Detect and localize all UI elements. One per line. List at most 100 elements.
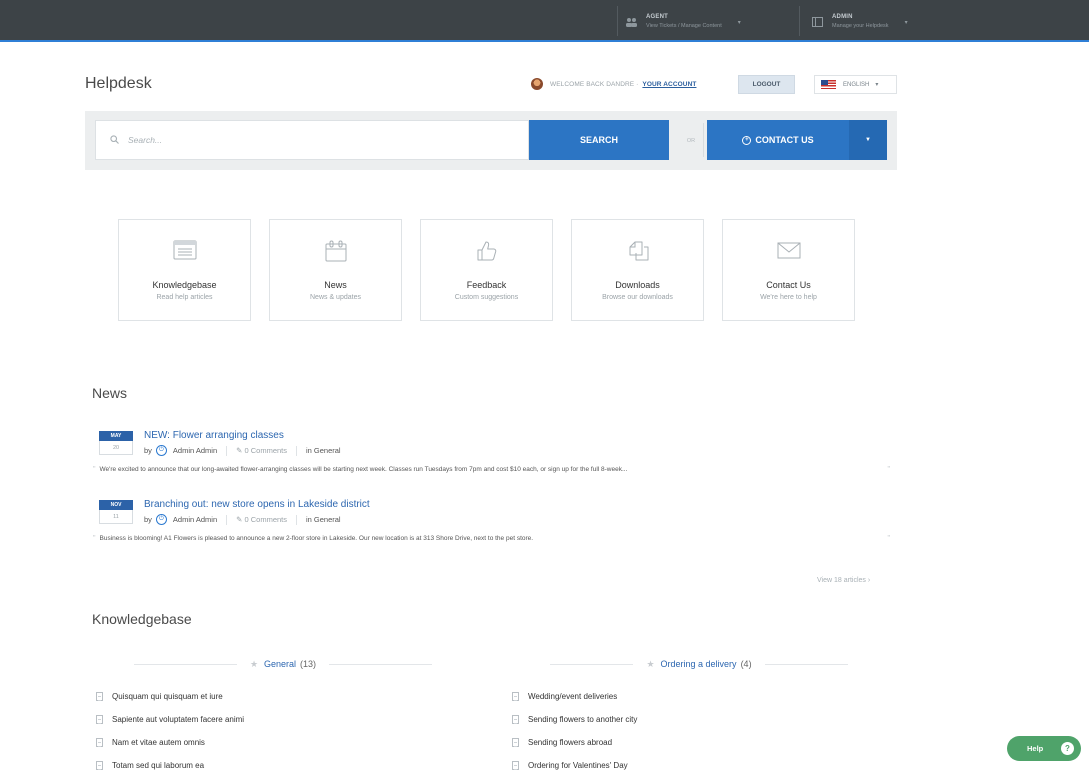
kb-article-title: Ordering for Valentines' Day [528,761,628,770]
kb-article[interactable]: Sending flowers to another city [512,708,637,731]
kb-article-title: Nam et vitae autem omnis [112,738,205,747]
knowledgebase-section-title: Knowledgebase [92,611,192,627]
tile-feedback[interactable]: Feedback Custom suggestions [420,219,553,321]
tile-name: Feedback [466,280,507,290]
contact-us-label: CONTACT US [755,135,814,145]
avatar[interactable] [531,78,543,90]
chevron-down-icon: ▾ [737,19,741,26]
author-link[interactable]: Admin Admin [173,446,217,455]
brand-title[interactable]: Helpdesk [85,75,152,93]
news-title-link[interactable]: Branching out: new store opens in Lakesi… [144,499,370,510]
date-day: 20 [99,441,133,455]
divider [226,445,228,456]
agent-title: AGENT [646,14,668,20]
contact-us-button[interactable]: + CONTACT US [707,120,849,160]
users-icon [624,16,638,28]
agent-menu[interactable]: AGENT View Tickets / Manage Content ▾ [624,10,741,34]
news-title-link[interactable]: NEW: Flower arranging classes [144,430,284,441]
plus-circle-icon: + [742,135,752,145]
star-icon: ★ [646,658,655,669]
kb-article[interactable]: Wedding/event deliveries [512,685,637,708]
kb-category-count: (4) [740,659,752,669]
search-icon [110,134,119,146]
date-month: MAY [99,431,133,441]
tile-subtitle: Read help articles [156,294,213,301]
or-separator: OR [675,111,707,170]
tile-contact-us[interactable]: Contact Us We're here to help [722,219,855,321]
comments-link[interactable]: 0 Comments [244,515,287,524]
kb-category-general: ★ General (13) Quisquam qui quisquam et … [96,657,432,770]
category-link[interactable]: in General [306,446,341,455]
by-label: by [144,515,152,524]
tile-downloads[interactable]: Downloads Browse our downloads [571,219,704,321]
chevron-down-icon: ▾ [875,82,879,88]
kb-article-title: Totam sed qui laborum ea [112,761,205,770]
agent-subtitle: View Tickets / Manage Content [646,23,722,29]
kb-category-ordering-a-delivery: ★ Ordering a delivery (4) Wedding/event … [512,657,848,770]
date-badge: MAY 20 [99,431,133,456]
welcome-text: WELCOME BACK DANDRE · [550,80,639,88]
kb-article-title: Sapiente aut voluptatem facere animi [112,715,245,724]
admin-subtitle: Manage your Helpdesk [832,23,889,29]
divider [226,514,228,525]
search-panel: Search... SEARCH OR + CONTACT US ▼ [85,111,897,170]
question-icon: ? [1061,742,1074,755]
kb-icon [119,240,250,262]
kb-category-link[interactable]: Ordering a delivery [661,659,737,669]
date-badge: NOV 11 [99,500,133,525]
kb-article-list: Quisquam qui quisquam et iure Sapiente a… [96,685,244,774]
chevron-down-icon: ▾ [904,19,908,26]
comments-link[interactable]: 0 Comments [244,446,287,455]
kb-article[interactable]: Sapiente aut voluptatem facere animi [96,708,244,731]
kb-article[interactable]: Sending flowers abroad [512,731,637,754]
thumbs-up-icon [421,240,552,262]
window-icon [810,16,824,28]
kb-article[interactable]: Nam et vitae autem omnis [96,731,244,754]
envelope-icon [723,240,854,262]
document-icon [512,761,519,770]
document-icon [96,692,103,701]
author-link[interactable]: Admin Admin [173,515,217,524]
tile-knowledgebase[interactable]: Knowledgebase Read help articles [118,219,251,321]
kb-category-count: (13) [300,659,317,669]
view-all-articles-link[interactable]: View 18 articles › [817,577,870,584]
contact-dropdown-button[interactable]: ▼ [849,120,887,160]
tile-name: News [324,280,347,290]
document-icon [96,738,103,747]
date-month: NOV [99,500,133,510]
logout-button[interactable]: LOGOUT [738,75,795,94]
kb-article[interactable]: Quisquam qui quisquam et iure [96,685,244,708]
news-excerpt: " We're excited to announce that our long… [89,466,894,473]
news-meta: by ⏻ Admin Admin ✎ 0 Comments in General [144,514,341,525]
news-meta: by ⏻ Admin Admin ✎ 0 Comments in General [144,445,341,456]
quote-open-icon: " [93,535,96,542]
tile-news[interactable]: News News & updates [269,219,402,321]
top-bar: AGENT View Tickets / Manage Content ▾ AD… [0,0,1089,42]
tile-subtitle: We're here to help [760,294,817,301]
quote-open-icon: " [93,466,96,473]
files-icon [572,240,703,262]
document-icon [512,738,519,747]
excerpt-text: Business is blooming! A1 Flowers is plea… [99,535,534,542]
category-link[interactable]: in General [306,515,341,524]
kb-article[interactable]: Totam sed qui laborum ea [96,754,244,774]
kb-article-title: Wedding/event deliveries [528,692,618,701]
kb-category-header: ★ General (13) [134,657,432,671]
kb-category-link[interactable]: General [264,659,296,669]
welcome-bar: WELCOME BACK DANDRE · YOUR ACCOUNT [531,78,696,90]
your-account-link[interactable]: YOUR ACCOUNT [642,81,696,88]
kb-article[interactable]: Ordering for Valentines' Day [512,754,637,774]
search-button[interactable]: SEARCH [529,120,669,160]
document-icon [512,715,519,724]
help-button[interactable]: Help ? [1007,736,1081,761]
admin-title: ADMIN [832,14,853,20]
language-label: ENGLISH [843,81,870,88]
date-day: 11 [99,510,133,524]
search-input[interactable]: Search... [95,120,529,160]
topbar-divider [617,6,618,36]
language-select[interactable]: ENGLISH ▾ [814,75,897,94]
star-icon: ★ [249,658,259,669]
admin-menu[interactable]: ADMIN Manage your Helpdesk ▾ [810,10,908,34]
kb-article-title: Sending flowers to another city [528,715,638,724]
comment-icon: ✎ [236,515,245,524]
